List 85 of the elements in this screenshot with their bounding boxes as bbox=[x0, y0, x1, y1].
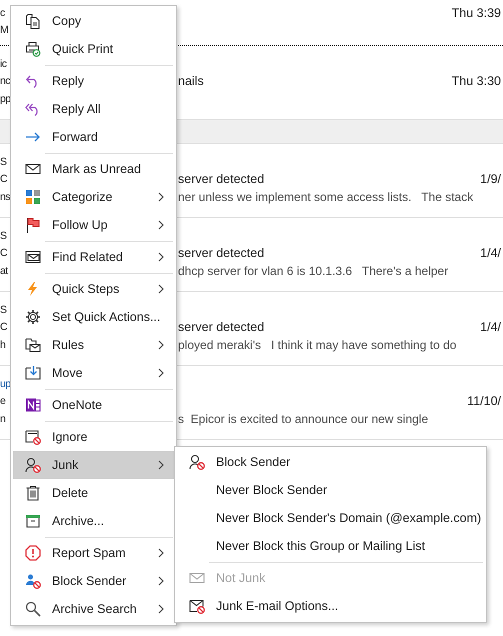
ignore-icon bbox=[25, 429, 41, 445]
menu-item[interactable]: Archive Search bbox=[13, 595, 174, 623]
blocked-person-icon bbox=[189, 454, 205, 470]
message-text: c bbox=[0, 6, 6, 19]
message-date: 1/9/ bbox=[480, 172, 502, 186]
menu-item[interactable]: Ignore bbox=[13, 423, 174, 451]
message-text: C bbox=[0, 173, 8, 186]
message-date: 11/10/ bbox=[467, 394, 502, 408]
message-text: C bbox=[0, 247, 8, 260]
menu-item[interactable]: Archive... bbox=[13, 507, 174, 535]
message-preview: ner unless we implement some access lists. The stack bbox=[178, 190, 474, 204]
message-date: 1/4/ bbox=[480, 246, 502, 260]
message-preview: s Epicor is excited to announce our new single bbox=[178, 412, 430, 426]
menu-item[interactable]: Delete bbox=[13, 479, 174, 507]
message-text: at bbox=[0, 264, 10, 277]
message-subject: server detected bbox=[178, 246, 266, 260]
menu-item[interactable]: Reply bbox=[13, 67, 174, 95]
menu-item[interactable]: Report Spam bbox=[13, 539, 174, 567]
menu-item[interactable]: Copy bbox=[13, 7, 174, 35]
menu-item[interactable]: OneNote bbox=[13, 391, 174, 419]
menu-item[interactable]: Junk bbox=[13, 451, 174, 479]
trash-icon bbox=[25, 485, 41, 501]
menu-item[interactable]: Find Related bbox=[13, 243, 174, 271]
flag-icon bbox=[25, 217, 41, 233]
notebook-icon bbox=[25, 397, 41, 413]
message-preview: dhcp server for vlan 6 is 10.1.3.6 There's a helper bbox=[178, 264, 450, 278]
menu-item[interactable]: Block Sender bbox=[177, 448, 484, 476]
blocked-person-icon bbox=[25, 573, 41, 589]
copy-icon bbox=[25, 13, 41, 29]
settings-icon bbox=[25, 309, 41, 325]
envelope-icon bbox=[189, 570, 205, 586]
menu-item[interactable]: Junk E-mail Options... bbox=[177, 592, 484, 620]
menu-item[interactable]: Follow Up bbox=[13, 211, 174, 239]
message-text: nc bbox=[0, 75, 10, 88]
message-text: S bbox=[0, 156, 8, 168]
message-date: Thu 3:39 bbox=[452, 6, 502, 20]
message-text: C bbox=[0, 321, 8, 334]
junk-options-icon bbox=[189, 598, 205, 614]
blocked-person-icon bbox=[25, 457, 41, 473]
message-subject: nails bbox=[178, 74, 205, 88]
menu-item[interactable]: Mark as Unread bbox=[13, 155, 174, 183]
menu-item[interactable]: Block Sender bbox=[13, 567, 174, 595]
printer-icon bbox=[25, 41, 41, 57]
search-icon bbox=[25, 601, 41, 617]
message-text: n bbox=[0, 412, 6, 425]
category-icon bbox=[25, 189, 41, 205]
folder-envelope-icon bbox=[25, 337, 41, 353]
menu-item[interactable]: Move bbox=[13, 359, 174, 387]
message-text: S bbox=[0, 230, 8, 242]
menu-item[interactable]: Never Block this Group or Mailing List bbox=[177, 532, 484, 560]
message-text: ns bbox=[0, 190, 10, 203]
menu-item[interactable]: Never Block Sender's Domain (@example.com) bbox=[177, 504, 484, 532]
menu-item[interactable]: Forward bbox=[13, 123, 174, 151]
envelope-icon bbox=[25, 161, 41, 177]
message-subject: server detected bbox=[178, 320, 266, 334]
message-text: S bbox=[0, 304, 8, 316]
menu-item[interactable]: Set Quick Actions... bbox=[13, 303, 174, 331]
chevron-icon bbox=[158, 548, 164, 558]
chevron-icon bbox=[158, 220, 164, 230]
message-text: ic bbox=[0, 58, 8, 70]
message-subject: server detected bbox=[178, 172, 266, 186]
chevron-icon bbox=[158, 252, 164, 262]
chevron-icon bbox=[158, 368, 164, 378]
message-text: M bbox=[0, 24, 10, 36]
warning-icon bbox=[25, 545, 41, 561]
chevron-icon bbox=[158, 604, 164, 614]
chevron-icon bbox=[158, 576, 164, 586]
message-preview: ployed meraki's I think it may have something to do bbox=[178, 338, 458, 352]
message-text: h bbox=[0, 338, 6, 351]
menu-item[interactable]: Rules bbox=[13, 331, 174, 359]
menu-item[interactable]: Categorize bbox=[13, 183, 174, 211]
message-date: Thu 3:30 bbox=[452, 74, 502, 88]
menu-item[interactable]: Quick Steps bbox=[13, 275, 174, 303]
envelope-icon bbox=[25, 249, 41, 265]
menu-item[interactable]: Quick Print bbox=[13, 35, 174, 63]
message-date: 1/4/ bbox=[480, 320, 502, 334]
move-icon bbox=[25, 365, 41, 381]
chevron-icon bbox=[158, 340, 164, 350]
chevron-icon bbox=[158, 460, 164, 470]
menu-item[interactable]: Never Block Sender bbox=[177, 476, 484, 504]
message-text: e bbox=[0, 395, 6, 408]
menu-item[interactable]: Reply All bbox=[13, 95, 174, 123]
chevron-icon bbox=[158, 284, 164, 294]
archive-icon bbox=[25, 513, 41, 529]
chevron-icon bbox=[158, 192, 164, 202]
